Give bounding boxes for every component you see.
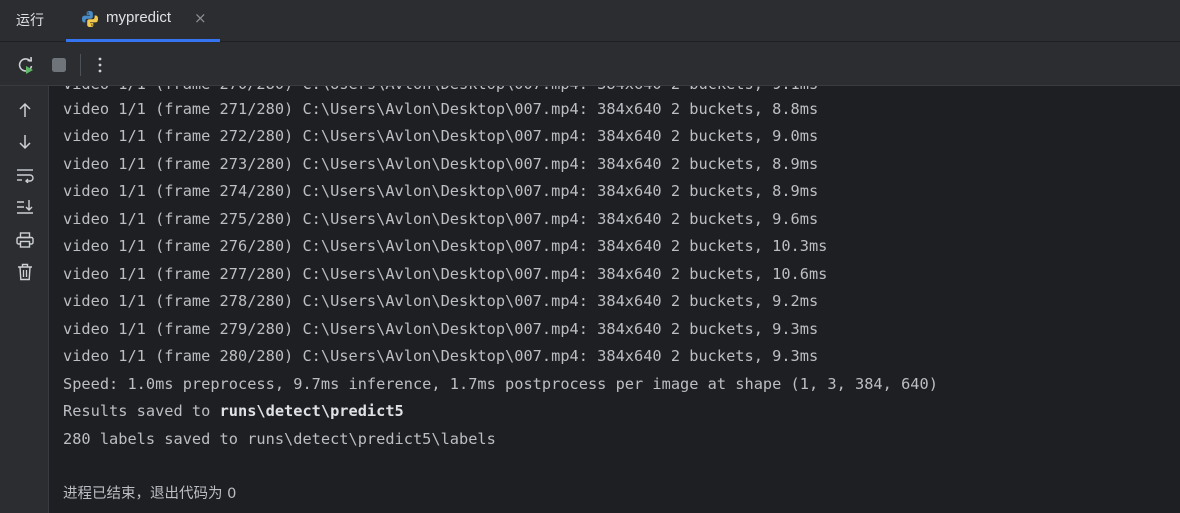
console-line: video 1/1 (frame 276/280) C:\Users\Avlon…	[63, 237, 828, 255]
results-path: runs\detect\predict5	[219, 402, 404, 420]
console-line-partial: video 1/1 (frame 270/280) C:\Users\Avlon…	[63, 86, 818, 94]
console-output[interactable]: video 1/1 (frame 270/280) C:\Users\Avlon…	[49, 86, 1180, 513]
trash-icon[interactable]	[14, 261, 36, 283]
console-sidebar	[0, 86, 49, 513]
console-line: video 1/1 (frame 278/280) C:\Users\Avlon…	[63, 292, 819, 310]
console-line: video 1/1 (frame 272/280) C:\Users\Avlon…	[63, 127, 819, 145]
toolbar-divider	[80, 54, 81, 76]
console-line: video 1/1 (frame 274/280) C:\Users\Avlon…	[63, 182, 819, 200]
scroll-to-end-icon[interactable]	[14, 196, 36, 218]
tab-label: mypredict	[106, 9, 172, 26]
rerun-icon[interactable]	[14, 53, 38, 77]
process-exit-line: 进程已结束，退出代码为 0	[63, 486, 237, 502]
console-line: video 1/1 (frame 271/280) C:\Users\Avlon…	[63, 100, 819, 118]
tab-mypredict[interactable]: mypredict ×	[66, 0, 220, 42]
console-line: video 1/1 (frame 279/280) C:\Users\Avlon…	[63, 320, 819, 338]
results-saved-line: Results saved to runs\detect\predict5	[63, 401, 404, 421]
console-line: video 1/1 (frame 277/280) C:\Users\Avlon…	[63, 265, 828, 283]
results-saved-label: Results saved to	[63, 402, 220, 420]
speed-summary-line: Speed: 1.0ms preprocess, 9.7ms inference…	[63, 375, 938, 393]
arrow-up-icon[interactable]	[14, 99, 36, 121]
console-line: video 1/1 (frame 273/280) C:\Users\Avlon…	[63, 155, 819, 173]
print-icon[interactable]	[14, 229, 36, 251]
arrow-down-icon[interactable]	[14, 131, 36, 153]
stop-icon[interactable]	[47, 53, 71, 77]
python-icon	[81, 10, 99, 28]
console-line: video 1/1 (frame 280/280) C:\Users\Avlon…	[63, 347, 819, 365]
run-toolbar	[0, 42, 1180, 86]
run-window-title: 运行	[16, 13, 44, 29]
tool-window-header: 运行 mypredict ×	[0, 0, 1180, 42]
labels-saved-line: 280 labels saved to runs\detect\predict5…	[63, 430, 496, 448]
console-line: video 1/1 (frame 275/280) C:\Users\Avlon…	[63, 210, 819, 228]
more-vertical-icon[interactable]	[88, 53, 112, 77]
soft-wrap-icon[interactable]	[14, 164, 36, 186]
close-icon[interactable]: ×	[194, 9, 207, 27]
